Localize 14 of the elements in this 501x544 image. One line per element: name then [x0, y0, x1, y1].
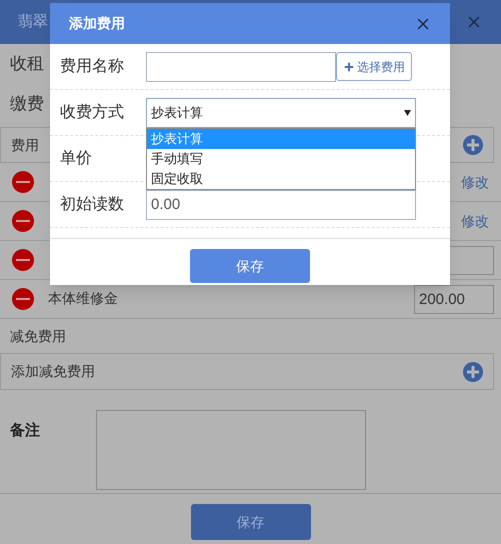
section-label: 减免费用: [10, 326, 66, 346]
select-value: 抄表计算: [151, 104, 203, 122]
page-title: 翡翠: [18, 12, 48, 32]
field-label: 收租: [10, 53, 44, 76]
remarks-label: 备注: [8, 421, 41, 441]
field-label: 费用名称: [60, 56, 125, 76]
field-label: 收费方式: [60, 102, 125, 122]
field-label: 初始读数: [60, 194, 125, 214]
field-label: 缴费: [10, 93, 44, 116]
dialog-title: 添加费用: [69, 14, 125, 33]
add-discount-label: 添加减免费用: [11, 362, 95, 381]
section-label: 费用: [11, 136, 39, 154]
fee-name: 本体维修金: [48, 290, 118, 306]
field-label: 单价: [60, 148, 93, 168]
